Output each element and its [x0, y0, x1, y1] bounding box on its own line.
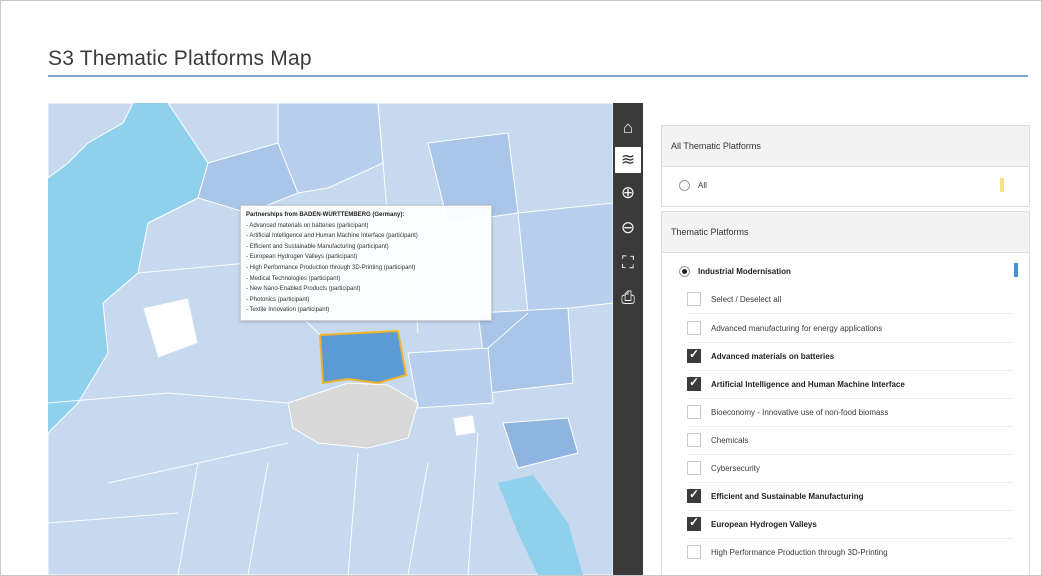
land-uk [48, 103, 134, 179]
item-label[interactable]: Chemicals [711, 436, 748, 445]
item-label[interactable]: European Hydrogen Valleys [711, 520, 817, 529]
divider [687, 510, 1013, 511]
all-color-swatch [1000, 178, 1004, 192]
tooltip-line: - Photonics (participant) [246, 296, 310, 303]
print-icon[interactable]: ⎙ [615, 285, 641, 311]
item-label[interactable]: Bioeconomy - Innovative use of non-food … [711, 408, 888, 417]
divider [687, 538, 1013, 539]
layers-icon[interactable]: ≋ [615, 147, 641, 173]
map-canvas[interactable]: Partnerships from BADEN-WÜRTTEMBERG (Ger… [48, 103, 613, 575]
divider [687, 398, 1013, 399]
region-east-2 [477, 307, 574, 394]
checkbox-item[interactable] [687, 347, 701, 363]
tooltip-line: - High Performance Production through 3D… [246, 264, 416, 271]
region-tooltip: Partnerships from BADEN-WÜRTTEMBERG (Ger… [240, 205, 492, 321]
thematic-platforms-header: Thematic Platforms [662, 212, 1029, 253]
fullscreen-icon[interactable]: ⛶ [615, 250, 641, 276]
home-icon[interactable]: ⌂ [615, 115, 641, 141]
region-baden-wuerttemberg [318, 329, 408, 385]
tooltip-line: - Advanced materials on batteries (parti… [246, 222, 369, 229]
tooltip-line: - Medical Technologies (participant) [246, 275, 341, 282]
divider [687, 370, 1013, 371]
region-east-1 [517, 202, 613, 314]
divider [687, 482, 1013, 483]
thematic-platforms-panel: Thematic Platforms Industrial Modernisat… [661, 211, 1030, 575]
all-radio[interactable] [679, 180, 690, 191]
checkbox-item[interactable] [687, 375, 701, 391]
industrial-modernisation-label[interactable]: Industrial Modernisation [698, 267, 791, 276]
all-label[interactable]: All [698, 181, 707, 190]
map-svg[interactable] [48, 103, 613, 575]
item-label[interactable]: Advanced materials on batteries [711, 352, 834, 361]
zoom-in-icon[interactable]: ⊕ [615, 180, 641, 206]
item-label[interactable]: Cybersecurity [711, 464, 760, 473]
checkbox-item[interactable] [687, 515, 701, 531]
item-label[interactable]: Advanced manufacturing for energy applic… [711, 324, 882, 333]
item-label[interactable]: Artificial Intelligence and Human Machin… [711, 380, 905, 389]
page-title: S3 Thematic Platforms Map [48, 47, 312, 70]
tooltip-line: - Efficient and Sustainable Manufacturin… [246, 243, 389, 250]
tooltip-line: - Artificial Intelligence and Human Mach… [246, 233, 418, 240]
checkbox-select-all[interactable] [687, 292, 701, 306]
all-platforms-header: All Thematic Platforms [662, 126, 1029, 167]
checkbox-item[interactable] [687, 487, 701, 503]
map-toolbar: ⌂ ≋ ⊕ ⊖ ⛶ ⎙ [613, 103, 643, 575]
industrial-modernisation-radio[interactable] [679, 266, 690, 277]
title-underline [48, 75, 1028, 77]
tooltip-line: - European Hydrogen Valleys (participant… [246, 254, 358, 261]
item-label[interactable]: Efficient and Sustainable Manufacturing [711, 492, 863, 501]
region-austria [407, 347, 494, 409]
divider [687, 342, 1013, 343]
region-white-2 [452, 414, 477, 437]
tooltip-line: - Textile Innovation (participant) [246, 307, 330, 314]
checkbox-item[interactable] [687, 545, 701, 559]
zoom-out-icon[interactable]: ⊖ [615, 215, 641, 241]
industrial-color-swatch [1014, 263, 1018, 277]
tooltip-title: Partnerships from BADEN-WÜRTTEMBERG (Ger… [246, 212, 405, 218]
item-label[interactable]: High Performance Production through 3D-P… [711, 548, 888, 557]
all-platforms-panel: All Thematic Platforms All [661, 125, 1030, 207]
checkbox-item[interactable] [687, 433, 701, 447]
checkbox-item[interactable] [687, 405, 701, 419]
divider [687, 454, 1013, 455]
app-frame: S3 Thematic Platforms Map Partnerships f… [0, 0, 1042, 576]
divider [687, 313, 1013, 314]
divider [687, 426, 1013, 427]
tooltip-line: - New Nano-Enabled Products (participant… [246, 286, 361, 293]
item-label[interactable]: Select / Deselect all [711, 295, 781, 304]
checkbox-item[interactable] [687, 321, 701, 335]
checkbox-item[interactable] [687, 461, 701, 475]
